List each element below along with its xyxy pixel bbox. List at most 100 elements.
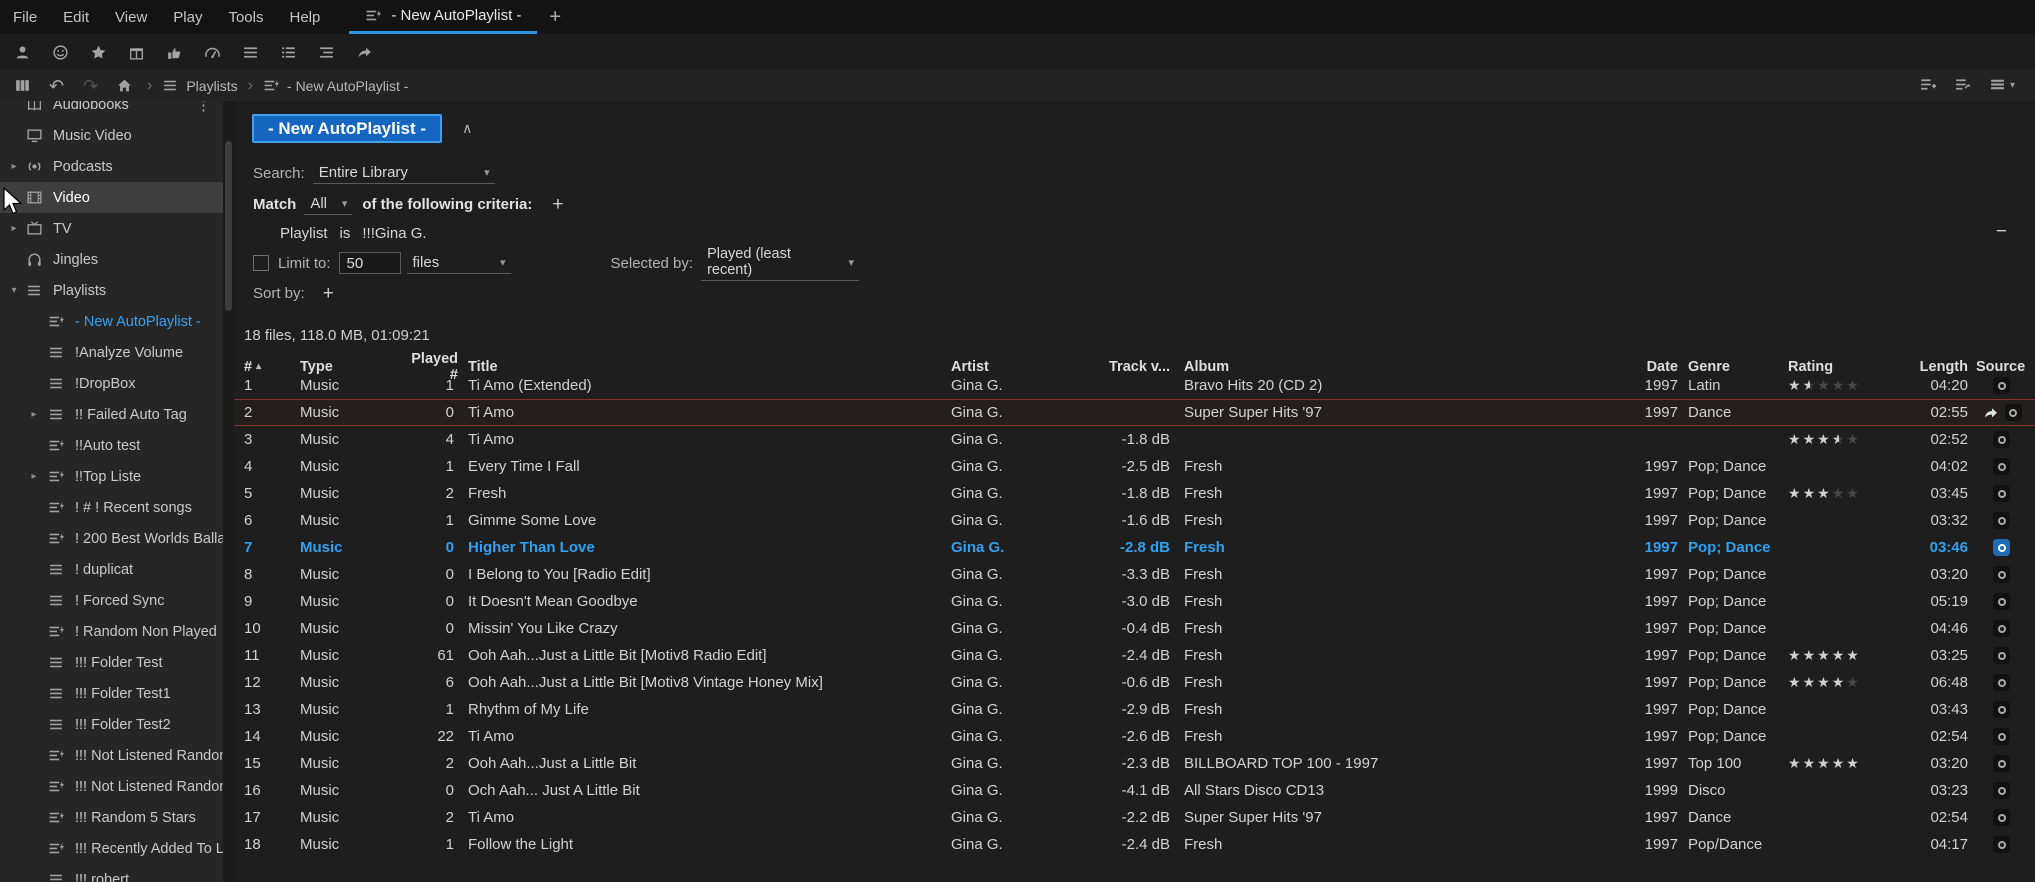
limit-checkbox[interactable] <box>253 255 269 271</box>
kebab-menu-icon[interactable]: ⋮ <box>196 101 211 114</box>
sidebar-item[interactable]: Jingles <box>0 244 223 275</box>
menu-view[interactable]: View <box>102 0 160 34</box>
star-icon[interactable] <box>86 40 111 65</box>
match-mode-dropdown[interactable]: All ▾ <box>304 194 352 215</box>
criteria-operator[interactable]: is <box>340 225 351 242</box>
expand-node-icon[interactable]: ▸ <box>28 409 40 420</box>
menu-help[interactable]: Help <box>277 0 334 34</box>
expand-node-icon[interactable]: ▸ <box>8 223 20 234</box>
sidebar-item[interactable]: Music Video <box>0 120 223 151</box>
redo-icon[interactable]: ↷ <box>78 74 103 97</box>
sidebar-item[interactable]: !Analyze Volume <box>0 337 223 368</box>
track-rating[interactable]: ★★★★★ <box>1788 755 1918 772</box>
list-indent-icon[interactable] <box>314 40 339 65</box>
criteria-row[interactable]: Playlist is !!!Gina G. − <box>234 222 2035 244</box>
list-check-icon[interactable] <box>276 40 301 65</box>
track-row[interactable]: 15 Music 2 Ooh Aah...Just a Little Bit G… <box>234 750 2035 777</box>
track-row[interactable]: 10 Music 0 Missin' You Like Crazy Gina G… <box>234 615 2035 642</box>
col-header-genre[interactable]: Genre <box>1678 359 1788 375</box>
undo-icon[interactable]: ↶ <box>44 74 69 97</box>
smiley-icon[interactable] <box>48 40 73 65</box>
track-row[interactable]: 18 Music 1 Follow the Light Gina G. -2.4… <box>234 831 2035 858</box>
sidebar-item[interactable]: !!! Folder Test2 <box>0 709 223 740</box>
limit-unit-dropdown[interactable]: files ▾ <box>407 253 511 274</box>
sidebar-item[interactable]: ▸!!Top Liste <box>0 461 223 492</box>
track-row[interactable]: 12 Music 6 Ooh Aah...Just a Little Bit [… <box>234 669 2035 696</box>
sidebar-item[interactable]: !!! Not Listened Random 50 <box>0 740 223 771</box>
col-header-rating[interactable]: Rating <box>1788 359 1918 375</box>
send-to-list-icon[interactable] <box>1919 74 1936 97</box>
col-header-num[interactable]: #▴ <box>244 359 300 375</box>
col-header-title[interactable]: Title <box>458 359 946 375</box>
sidebar-item[interactable]: ! 200 Best Worlds Ballads <box>0 523 223 554</box>
menu-play[interactable]: Play <box>160 0 215 34</box>
sidebar-item[interactable]: ▸TV <box>0 213 223 244</box>
add-criteria-button[interactable]: + <box>548 195 567 214</box>
track-row[interactable]: 13 Music 1 Rhythm of My Life Gina G. -2.… <box>234 696 2035 723</box>
selected-by-dropdown[interactable]: Played (least recent) ▾ <box>701 245 859 281</box>
track-row[interactable]: 14 Music 22 Ti Amo Gina G. -2.6 dB Fresh… <box>234 723 2035 750</box>
sidebar-item[interactable]: !!! Recently Added To Libra <box>0 833 223 864</box>
new-tab-button[interactable]: + <box>537 0 573 34</box>
autoplaylist-title-box[interactable]: - New AutoPlaylist - <box>252 114 442 143</box>
track-row[interactable]: 16 Music 0 Och Aah... Just A Little Bit … <box>234 777 2035 804</box>
sidebar-item[interactable]: ▸!! Failed Auto Tag <box>0 399 223 430</box>
track-rating[interactable]: ★★★★★ <box>1788 674 1918 691</box>
sidebar-item[interactable]: !!! Folder Test <box>0 647 223 678</box>
artist-icon[interactable] <box>10 40 35 65</box>
col-header-date[interactable]: Date <box>1634 359 1678 375</box>
col-header-artist[interactable]: Artist <box>946 359 1066 375</box>
track-row[interactable]: 11 Music 61 Ooh Aah...Just a Little Bit … <box>234 642 2035 669</box>
track-rating[interactable]: ★★★★★ <box>1788 485 1918 502</box>
sidebar-item[interactable]: !!! Random 5 Stars <box>0 802 223 833</box>
limit-count-input[interactable]: 50 <box>339 252 401 274</box>
jump-to-track-icon[interactable] <box>1982 405 2000 421</box>
sidebar-item[interactable]: !!Auto test <box>0 430 223 461</box>
col-header-album[interactable]: Album <box>1170 359 1634 375</box>
track-rating[interactable]: ★★★★★ <box>1788 431 1918 448</box>
sidebar-item[interactable]: !!! robert <box>0 864 223 882</box>
col-header-source[interactable]: Source <box>1968 359 2035 375</box>
track-row[interactable]: 1 Music 1 Ti Amo (Extended) Gina G. Brav… <box>234 372 2035 399</box>
thumbs-rating-icon[interactable] <box>162 40 187 65</box>
share-icon[interactable] <box>352 40 377 65</box>
sidebar-item[interactable]: ! Forced Sync <box>0 585 223 616</box>
sidebar-item[interactable]: ! # ! Recent songs <box>0 492 223 523</box>
gift-icon[interactable] <box>124 40 149 65</box>
track-row[interactable]: 3 Music 4 Ti Amo Gina G. -1.8 dB ★★★★★ 0… <box>234 426 2035 453</box>
sidebar-scrollbar[interactable] <box>223 101 234 882</box>
track-row[interactable]: 5 Music 2 Fresh Gina G. -1.8 dB Fresh 19… <box>234 480 2035 507</box>
layout-columns-icon[interactable] <box>10 74 35 97</box>
breadcrumb-item[interactable]: Playlists <box>162 77 237 94</box>
menu-edit[interactable]: Edit <box>50 0 102 34</box>
sidebar-item[interactable]: - New AutoPlaylist - <box>0 306 223 337</box>
track-row[interactable]: 9 Music 0 It Doesn't Mean Goodbye Gina G… <box>234 588 2035 615</box>
track-row[interactable]: 7 Music 0 Higher Than Love Gina G. -2.8 … <box>234 534 2035 561</box>
sidebar-item[interactable]: ▾Playlists <box>0 275 223 306</box>
criteria-field[interactable]: Playlist <box>280 225 328 242</box>
criteria-value[interactable]: !!!Gina G. <box>362 225 426 242</box>
track-row[interactable]: 17 Music 2 Ti Amo Gina G. -2.2 dB Super … <box>234 804 2035 831</box>
collapse-editor-icon[interactable]: ∧ <box>462 120 472 137</box>
col-header-length[interactable]: Length <box>1918 359 1968 375</box>
playlist-add-icon[interactable] <box>1954 74 1971 97</box>
expand-node-icon[interactable]: ▸ <box>28 471 40 482</box>
sidebar-item[interactable]: ! Random Non Played <box>0 616 223 647</box>
remove-criteria-button[interactable]: − <box>1992 222 2011 241</box>
sidebar-item[interactable]: ▸Podcasts <box>0 151 223 182</box>
list-plain-icon[interactable] <box>238 40 263 65</box>
track-rating[interactable]: ★★★★★ <box>1788 647 1918 664</box>
track-rating[interactable]: ★★★★★ <box>1788 377 1918 394</box>
col-header-type[interactable]: Type <box>300 359 400 375</box>
sidebar-item[interactable]: !DropBox <box>0 368 223 399</box>
sidebar-item[interactable]: Audiobooks⋮ <box>0 101 223 120</box>
add-sort-button[interactable]: + <box>319 284 338 303</box>
col-header-trackv[interactable]: Track v... <box>1066 359 1170 375</box>
search-scope-dropdown[interactable]: Entire Library ▾ <box>313 163 495 184</box>
track-row[interactable]: 2 Music 0 Ti Amo Gina G. Super Super Hit… <box>234 399 2035 426</box>
sidebar-item[interactable]: Video <box>0 182 223 213</box>
scrollbar-thumb[interactable] <box>225 141 232 311</box>
menu-file[interactable]: File <box>0 0 50 34</box>
track-row[interactable]: 8 Music 0 I Belong to You [Radio Edit] G… <box>234 561 2035 588</box>
home-icon[interactable] <box>112 74 137 97</box>
